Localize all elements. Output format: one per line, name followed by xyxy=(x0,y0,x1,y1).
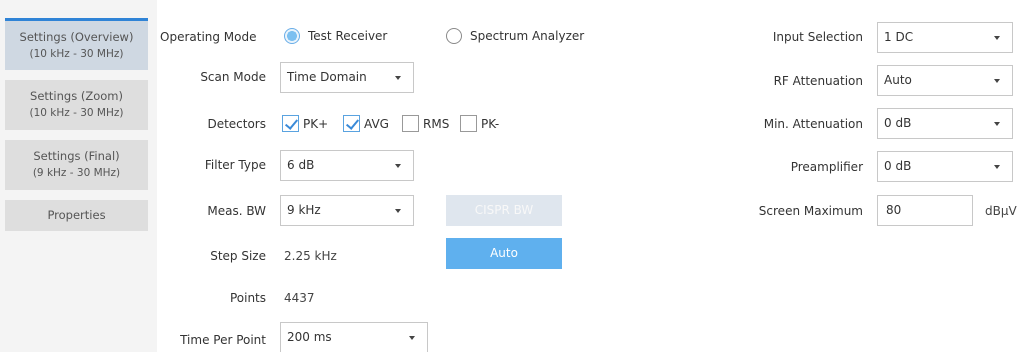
tab-settings-zoom[interactable]: Settings (Zoom) (10 kHz - 30 MHz) xyxy=(5,80,148,130)
meas-bw-value: 9 kHz xyxy=(287,203,321,217)
screen-maximum-input[interactable]: 80 xyxy=(877,195,973,226)
checkbox-unchecked-icon xyxy=(402,115,419,132)
radio-unchecked-icon xyxy=(446,28,462,44)
checkbox-checked-icon xyxy=(282,115,299,132)
tab-subtitle: (10 kHz - 30 MHz) xyxy=(29,47,124,60)
filter-type-dropdown[interactable]: 6 dB xyxy=(280,150,414,181)
tab-subtitle: (9 kHz - 30 MHz) xyxy=(32,167,121,179)
detector-avg-checkbox[interactable]: AVG xyxy=(343,115,389,132)
tab-settings-final[interactable]: Settings (Final) (9 kHz - 30 MHz) xyxy=(5,140,148,190)
min-attenuation-dropdown[interactable]: 0 dB xyxy=(877,108,1013,139)
step-size-label: Step Size xyxy=(210,249,266,263)
tab-title: Properties xyxy=(47,208,106,222)
radio-test-receiver[interactable]: Test Receiver xyxy=(284,28,387,44)
step-size-value: 2.25 kHz xyxy=(284,249,337,263)
cispr-bw-button[interactable]: CISPR BW xyxy=(446,195,562,226)
screen-maximum-label: Screen Maximum xyxy=(758,204,863,218)
input-selection-label: Input Selection xyxy=(772,30,863,44)
chevron-down-icon xyxy=(395,164,401,168)
tab-title: Settings (Final) xyxy=(33,149,120,163)
radio-label: Test Receiver xyxy=(308,29,388,43)
auto-button[interactable]: Auto xyxy=(446,238,562,269)
time-per-point-dropdown[interactable]: 200 ms xyxy=(280,322,428,352)
checkbox-label: AVG xyxy=(364,116,389,131)
chevron-down-icon xyxy=(409,336,415,340)
screen-maximum-unit: dBµV xyxy=(985,204,1017,218)
radio-label: Spectrum Analyzer xyxy=(470,29,585,43)
chevron-down-icon xyxy=(994,122,1000,126)
time-per-point-label: Time Per Point xyxy=(180,333,266,347)
chevron-down-icon xyxy=(994,165,1000,169)
checkbox-label: PK- xyxy=(481,116,500,131)
chevron-down-icon xyxy=(994,79,1000,83)
radio-spectrum-analyzer[interactable]: Spectrum Analyzer xyxy=(446,28,584,44)
preamplifier-value: 0 dB xyxy=(884,159,912,173)
detector-pk-plus-checkbox[interactable]: PK+ xyxy=(282,115,328,132)
operating-mode-label: Operating Mode xyxy=(160,30,257,44)
meas-bw-label: Meas. BW xyxy=(207,204,266,218)
min-attenuation-value: 0 dB xyxy=(884,116,912,130)
scan-mode-dropdown[interactable]: Time Domain xyxy=(280,62,414,93)
filter-type-label: Filter Type xyxy=(204,158,266,172)
preamplifier-dropdown[interactable]: 0 dB xyxy=(877,151,1013,182)
tab-title: Settings (Zoom) xyxy=(30,89,123,103)
sidebar: Settings (Overview) (10 kHz - 30 MHz) Se… xyxy=(0,0,157,352)
input-selection-dropdown[interactable]: 1 DC xyxy=(877,22,1013,53)
settings-panel: Operating Mode Test Receiver Spectrum An… xyxy=(157,0,1024,352)
tab-settings-overview[interactable]: Settings (Overview) (10 kHz - 30 MHz) xyxy=(5,18,148,70)
rf-attenuation-value: Auto xyxy=(884,73,912,87)
meas-bw-dropdown[interactable]: 9 kHz xyxy=(280,195,414,226)
checkbox-checked-icon xyxy=(343,115,360,132)
input-selection-value: 1 DC xyxy=(884,30,914,44)
checkbox-unchecked-icon xyxy=(460,115,477,132)
filter-type-value: 6 dB xyxy=(287,158,315,172)
scan-mode-label: Scan Mode xyxy=(200,70,266,84)
chevron-down-icon xyxy=(395,76,401,80)
min-attenuation-label: Min. Attenuation xyxy=(763,117,863,131)
tab-properties[interactable]: Properties xyxy=(5,200,148,231)
preamplifier-label: Preamplifier xyxy=(790,160,863,174)
checkbox-label: RMS xyxy=(423,116,450,131)
rf-attenuation-label: RF Attenuation xyxy=(773,74,863,88)
chevron-down-icon xyxy=(994,36,1000,40)
detector-rms-checkbox[interactable]: RMS xyxy=(402,115,449,132)
tab-subtitle: (10 kHz - 30 MHz) xyxy=(29,107,124,119)
detectors-label: Detectors xyxy=(207,117,266,131)
points-label: Points xyxy=(229,291,266,305)
chevron-down-icon xyxy=(395,209,401,213)
radio-checked-icon xyxy=(284,28,300,44)
time-per-point-value: 200 ms xyxy=(287,330,332,344)
rf-attenuation-dropdown[interactable]: Auto xyxy=(877,65,1013,96)
detector-pk-minus-checkbox[interactable]: PK- xyxy=(460,115,499,132)
scan-mode-value: Time Domain xyxy=(287,70,367,84)
tab-title: Settings (Overview) xyxy=(19,29,134,44)
checkbox-label: PK+ xyxy=(303,116,329,131)
points-value: 4437 xyxy=(284,291,315,305)
